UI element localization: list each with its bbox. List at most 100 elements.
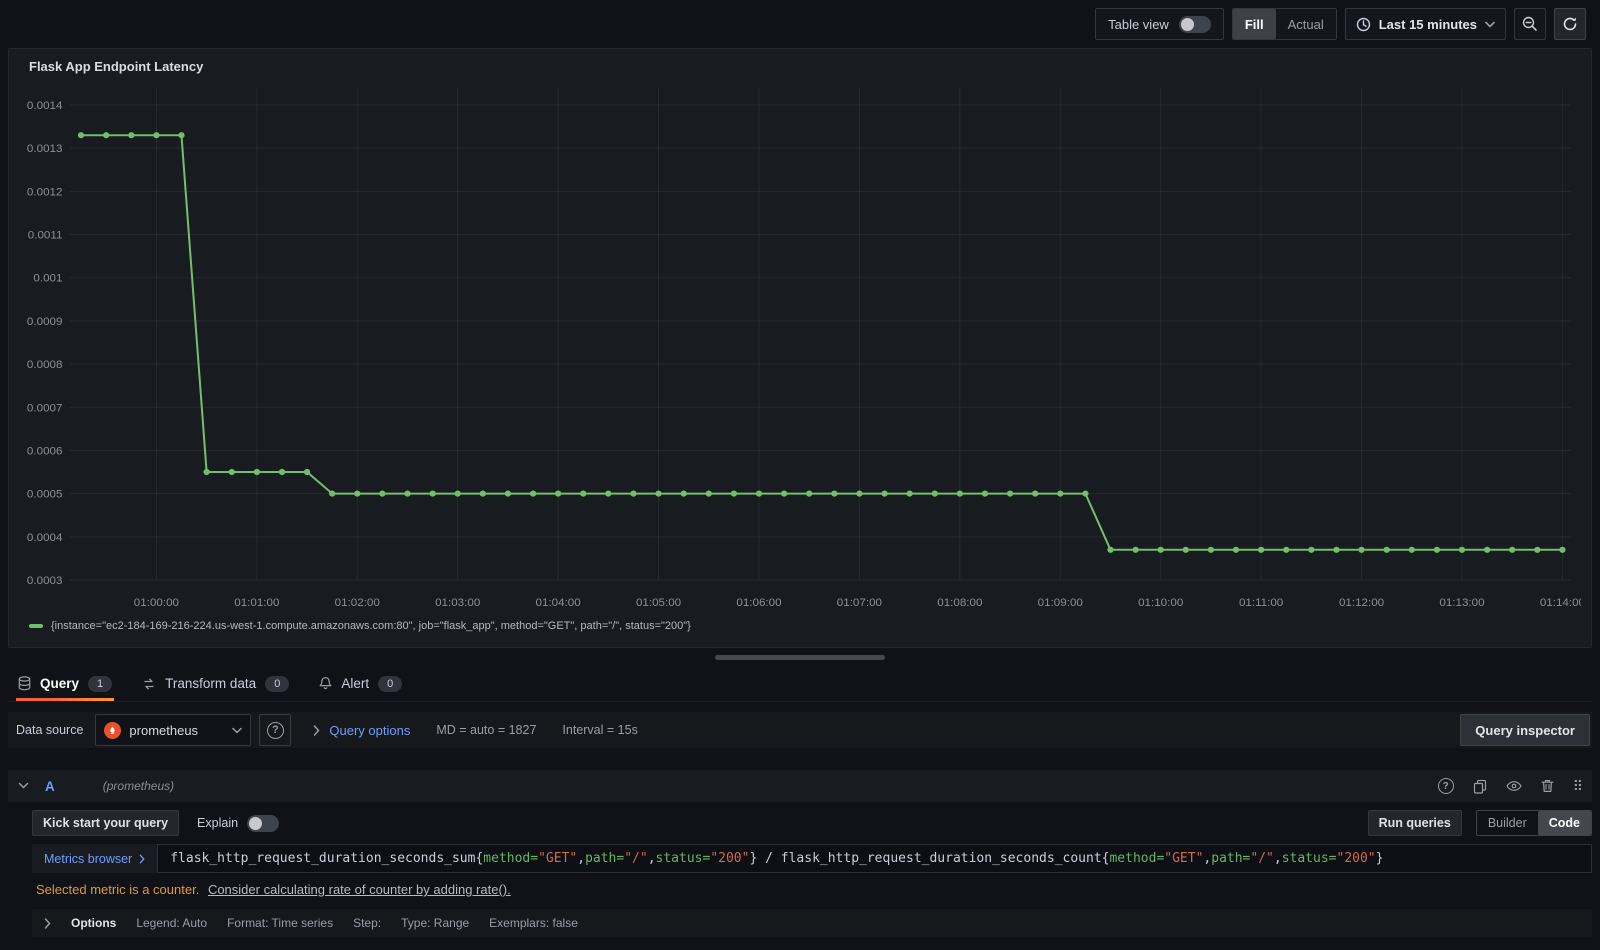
option-summary-item: Type: Range bbox=[401, 916, 470, 930]
y-tick-label: 0.0011 bbox=[28, 230, 63, 242]
pane-resize-handle[interactable] bbox=[715, 654, 885, 660]
promql-token: "/" bbox=[1250, 851, 1274, 866]
query-inspector-button[interactable]: Query inspector bbox=[1460, 714, 1590, 746]
promql-token: "200" bbox=[710, 851, 750, 866]
drag-handle-icon[interactable]: ⠿ bbox=[1573, 778, 1583, 795]
data-point bbox=[504, 490, 512, 497]
data-point bbox=[1057, 490, 1064, 497]
zoom-out-button[interactable] bbox=[1514, 8, 1546, 40]
tab-alert-label: Alert bbox=[341, 676, 370, 691]
y-tick-label: 0.0005 bbox=[27, 489, 63, 501]
options-label[interactable]: Options bbox=[71, 916, 116, 930]
x-tick-label: 01:09:00 bbox=[1038, 597, 1083, 609]
duplicate-query-icon[interactable] bbox=[1473, 779, 1487, 794]
data-point bbox=[981, 490, 989, 497]
query-collapse-chevron[interactable] bbox=[18, 782, 29, 790]
promql-token: } / flask_http_request_duration_seconds_… bbox=[749, 851, 1110, 866]
database-icon bbox=[18, 676, 31, 691]
data-point bbox=[1308, 546, 1315, 553]
x-tick-label: 01:11:00 bbox=[1239, 597, 1283, 609]
data-point bbox=[77, 132, 85, 139]
query-option-stat: Interval = 15s bbox=[562, 723, 638, 737]
x-tick-label: 01:00:00 bbox=[134, 597, 179, 609]
data-point bbox=[529, 490, 537, 497]
metrics-browser-label: Metrics browser bbox=[44, 851, 133, 866]
data-point bbox=[429, 490, 436, 497]
prometheus-icon bbox=[104, 721, 122, 739]
x-tick-label: 01:05:00 bbox=[636, 597, 681, 609]
refresh-button[interactable] bbox=[1554, 8, 1586, 40]
toggle-knob bbox=[1180, 17, 1194, 31]
time-range-picker[interactable]: Last 15 minutes bbox=[1344, 8, 1506, 40]
data-point bbox=[1283, 546, 1290, 553]
data-point bbox=[404, 490, 411, 497]
datasource-select[interactable]: prometheus bbox=[95, 714, 252, 746]
query-ref-id[interactable]: A bbox=[45, 779, 55, 794]
help-icon: ? bbox=[1437, 778, 1454, 794]
y-tick-label: 0.0013 bbox=[27, 143, 63, 155]
run-queries-button[interactable]: Run queries bbox=[1367, 810, 1462, 836]
query-options-toggle[interactable]: Query options bbox=[313, 723, 410, 738]
legend-series-swatch bbox=[29, 624, 43, 628]
data-point bbox=[128, 132, 135, 139]
tab-alert[interactable]: Alert 0 bbox=[317, 666, 404, 701]
options-collapse-chevron[interactable] bbox=[44, 917, 51, 929]
split-handle-row bbox=[0, 648, 1600, 666]
query-options-label: Query options bbox=[329, 722, 411, 738]
metrics-browser-toggle[interactable]: Metrics browser bbox=[32, 844, 158, 873]
data-point bbox=[755, 490, 763, 497]
data-point bbox=[1559, 546, 1566, 553]
datasource-help-button[interactable]: ? bbox=[259, 714, 292, 746]
builder-button[interactable]: Builder bbox=[1477, 811, 1538, 835]
y-tick-label: 0.001 bbox=[33, 273, 62, 285]
table-view-toggle[interactable] bbox=[1178, 15, 1211, 33]
series-line bbox=[81, 134, 1563, 551]
promql-token: path= bbox=[1211, 851, 1251, 866]
query-field-row: Metrics browser flask_http_request_durat… bbox=[32, 844, 1592, 873]
x-tick-label: 01:10:00 bbox=[1138, 597, 1183, 609]
data-point bbox=[856, 490, 863, 497]
explain-switch: Explain bbox=[197, 814, 280, 832]
y-tick-label: 0.0003 bbox=[27, 575, 63, 587]
bell-icon bbox=[319, 676, 332, 691]
query-help-icon[interactable]: ? bbox=[1437, 778, 1454, 794]
tab-transform-count: 0 bbox=[265, 675, 290, 692]
panel-title: Flask App Endpoint Latency bbox=[29, 59, 204, 74]
fill-button[interactable]: Fill bbox=[1232, 9, 1276, 39]
data-point bbox=[1157, 546, 1164, 553]
warning-rate-link[interactable]: Consider calculating rate of counter by … bbox=[208, 882, 511, 897]
query-option-stat: MD = auto = 1827 bbox=[436, 723, 537, 737]
promql-token: , bbox=[1273, 851, 1282, 866]
data-point bbox=[203, 468, 210, 476]
tab-transform-data[interactable]: Transform data 0 bbox=[140, 666, 291, 701]
data-point bbox=[806, 490, 813, 497]
legend-series-label[interactable]: {instance="ec2-184-169-216-224.us-west-1… bbox=[51, 620, 691, 632]
table-view-label: Table view bbox=[1108, 16, 1169, 32]
fill-actual-group: Fill Actual bbox=[1231, 8, 1337, 40]
x-tick-label: 01:03:00 bbox=[435, 597, 480, 609]
explain-toggle[interactable] bbox=[247, 814, 280, 832]
datasource-selected-value: prometheus bbox=[129, 722, 199, 738]
toggle-knob bbox=[249, 816, 263, 830]
tab-query[interactable]: Query 1 bbox=[16, 666, 115, 701]
delete-query-trash-icon[interactable] bbox=[1541, 779, 1554, 793]
data-point bbox=[1132, 546, 1139, 553]
data-point bbox=[329, 490, 336, 497]
x-tick-label: 01:14:00 bbox=[1540, 597, 1581, 609]
promql-query-input[interactable]: flask_http_request_duration_seconds_sum{… bbox=[157, 844, 1592, 873]
data-point bbox=[1458, 546, 1466, 553]
data-point bbox=[379, 490, 386, 497]
query-options-summary: MD = auto = 1827 Interval = 15s bbox=[436, 723, 637, 737]
actual-button[interactable]: Actual bbox=[1276, 9, 1336, 39]
query-row-header: A (prometheus) ? ⠿ bbox=[8, 770, 1592, 802]
data-point bbox=[705, 490, 712, 497]
latency-chart-svg[interactable]: 01:00:00 01:01:00 01:02:00 01:03:00 01:04:00… bbox=[19, 78, 1581, 618]
code-button[interactable]: Code bbox=[1537, 811, 1591, 835]
editor-tabs: Query 1 Transform data 0 Alert 0 bbox=[8, 666, 1592, 702]
hide-query-eye-icon[interactable] bbox=[1506, 780, 1522, 792]
data-point bbox=[956, 490, 963, 497]
y-tick-label: 0.0012 bbox=[27, 186, 63, 198]
y-tick-label: 0.0014 bbox=[27, 100, 63, 112]
promql-token: flask_http_request_duration_seconds_sum{ bbox=[170, 851, 484, 866]
kick-start-query-button[interactable]: Kick start your query bbox=[32, 810, 180, 836]
